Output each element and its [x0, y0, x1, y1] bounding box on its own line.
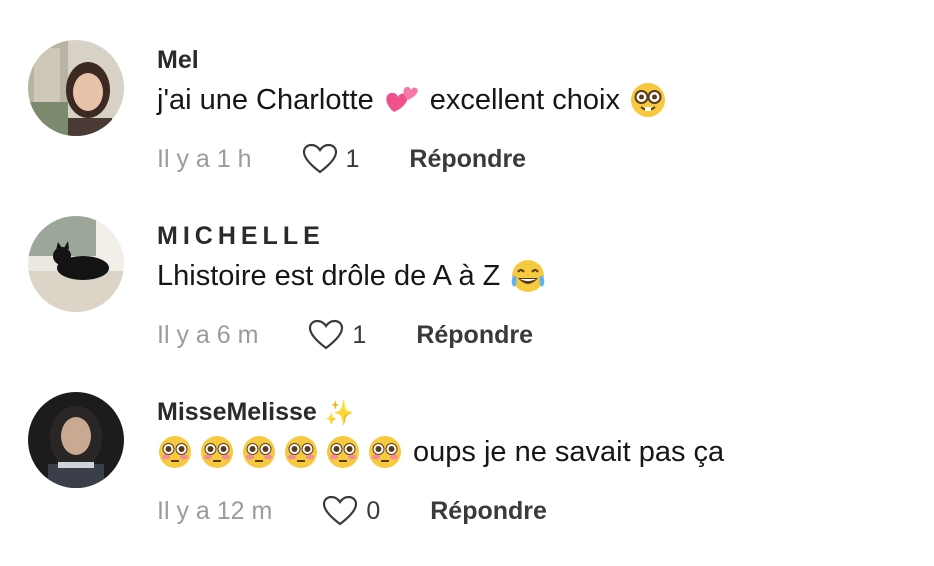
sparkles-icon: ✨ — [324, 399, 355, 427]
nerd-face-icon — [630, 82, 666, 118]
heart-icon — [309, 319, 344, 350]
flushed-face-icon — [241, 434, 277, 470]
comment-text: j'ai une Charlotte excellent choix — [157, 82, 666, 118]
like-count: 0 — [366, 496, 381, 525]
heart-icon — [302, 143, 337, 174]
like-button[interactable]: 1 — [308, 319, 366, 351]
comment-text-part: oups je ne savait pas ça — [413, 435, 725, 468]
reply-button[interactable]: Répondre — [409, 145, 526, 174]
comment-text-part: j'ai une Charlotte — [157, 83, 374, 116]
flushed-face-icon — [367, 434, 403, 470]
comment-meta: Il y a 12 m 0 Répondre — [157, 494, 547, 528]
tears-of-joy-icon — [510, 258, 546, 294]
avatar[interactable] — [28, 392, 124, 488]
comment-text-part: excellent choix — [429, 83, 620, 116]
comment-item: MICHELLE Lhistoire est drôle de A à Z Il… — [0, 214, 934, 390]
comment-text: oups je ne savait pas ça — [157, 434, 724, 470]
comment-meta: Il y a 1 h 1 Répondre — [157, 142, 526, 176]
timestamp: Il y a 6 m — [157, 320, 259, 349]
username[interactable]: MisseMelisse ✨ — [157, 398, 355, 428]
like-count: 1 — [352, 320, 367, 349]
comment-item: Mel j'ai une Charlotte excellent choix I… — [0, 38, 934, 214]
username-text: MisseMelisse — [157, 398, 317, 426]
flushed-face-icon — [157, 434, 193, 470]
comment-item: MisseMelisse ✨ oups je ne savait pas ça I… — [0, 390, 934, 566]
like-button[interactable]: 0 — [322, 495, 380, 527]
like-button[interactable]: 1 — [302, 143, 360, 175]
timestamp: Il y a 12 m — [157, 496, 273, 525]
two-hearts-icon — [384, 82, 420, 118]
flushed-face-icon — [199, 434, 235, 470]
comment-text-part: Lhistoire est drôle de A à Z — [157, 259, 501, 292]
comment-meta: Il y a 6 m 1 Répondre — [157, 318, 533, 352]
avatar[interactable] — [28, 216, 124, 312]
flushed-face-icon — [283, 434, 319, 470]
flushed-face-row — [157, 434, 403, 470]
flushed-face-icon — [325, 434, 361, 470]
username[interactable]: MICHELLE — [157, 222, 325, 251]
avatar[interactable] — [28, 40, 124, 136]
heart-icon — [323, 495, 358, 526]
username[interactable]: Mel — [157, 46, 199, 75]
comment-text: Lhistoire est drôle de A à Z — [157, 258, 546, 294]
reply-button[interactable]: Répondre — [416, 321, 533, 350]
like-count: 1 — [345, 144, 360, 173]
timestamp: Il y a 1 h — [157, 144, 252, 173]
reply-button[interactable]: Répondre — [430, 497, 547, 526]
